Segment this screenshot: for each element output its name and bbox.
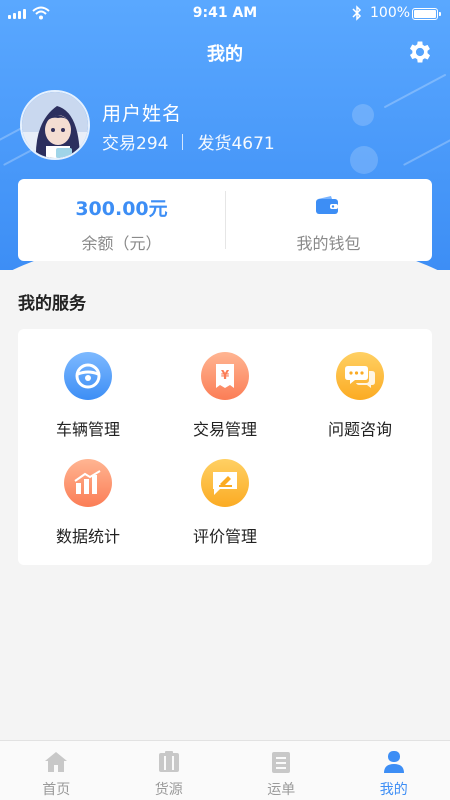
- balance-amount: 300.00元: [75, 198, 168, 220]
- battery-icon: [412, 8, 441, 20]
- waybill-icon: [272, 752, 291, 773]
- balance-label: 余额（元）: [81, 234, 162, 253]
- services-card: 车辆管理 ¥ 交易管理 问题咨询 数据统计 评价管理: [18, 329, 432, 565]
- tab-waybill[interactable]: 运单: [225, 741, 338, 800]
- trade-count: 交易294: [102, 134, 169, 154]
- status-bar: 9:41 AM 100%: [0, 0, 450, 28]
- service-transaction-management[interactable]: ¥ 交易管理: [160, 352, 290, 440]
- service-label: 车辆管理: [55, 420, 120, 439]
- user-icon: [383, 751, 404, 773]
- cargo-icon: [158, 751, 179, 772]
- wallet-icon: [316, 196, 338, 214]
- service-vehicle-management[interactable]: 车辆管理: [23, 352, 153, 440]
- tab-cargo[interactable]: 货源: [113, 741, 226, 800]
- bluetooth-icon: [352, 5, 362, 21]
- tab-label: 首页: [42, 782, 71, 798]
- bottom-tab-bar: 首页 货源 运单 我的: [0, 740, 450, 800]
- tab-mine[interactable]: 我的: [338, 741, 450, 800]
- tab-label: 运单: [267, 782, 296, 798]
- yuan-receipt-icon: ¥: [201, 352, 249, 400]
- shipment-count: 发货4671: [197, 134, 275, 154]
- page-title: 我的: [207, 44, 243, 65]
- service-label: 数据统计: [55, 527, 120, 546]
- tab-home[interactable]: 首页: [0, 741, 113, 800]
- stats-divider: [182, 133, 184, 150]
- wallet-label: 我的钱包: [296, 234, 361, 253]
- wallet-card: 300.00元 余额（元） 我的钱包: [18, 179, 432, 261]
- battery-percent: 100%: [370, 5, 411, 21]
- service-label: 评价管理: [192, 527, 257, 546]
- avatar[interactable]: [20, 90, 90, 160]
- section-title: 我的服务: [18, 294, 86, 314]
- tab-label: 货源: [154, 782, 183, 798]
- service-data-statistics[interactable]: 数据统计: [23, 459, 153, 547]
- steering-wheel-icon: [64, 352, 112, 400]
- gear-icon[interactable]: [406, 38, 434, 66]
- service-label: 问题咨询: [327, 420, 392, 439]
- profile-stats: 交易294 发货4671: [102, 129, 275, 154]
- svg-text:¥: ¥: [221, 368, 230, 382]
- service-label: 交易管理: [192, 420, 257, 439]
- balance-section[interactable]: 300.00元 余额（元）: [18, 179, 225, 261]
- bar-chart-icon: [64, 459, 112, 507]
- username: 用户姓名: [102, 103, 183, 125]
- home-icon: [45, 752, 68, 772]
- service-consultation[interactable]: 问题咨询: [295, 352, 425, 440]
- my-wallet-button[interactable]: 我的钱包: [225, 179, 432, 261]
- service-review-management[interactable]: 评价管理: [160, 459, 290, 547]
- chat-bubbles-icon: [336, 352, 384, 400]
- tab-label: 我的: [379, 782, 408, 798]
- edit-comment-icon: [201, 459, 249, 507]
